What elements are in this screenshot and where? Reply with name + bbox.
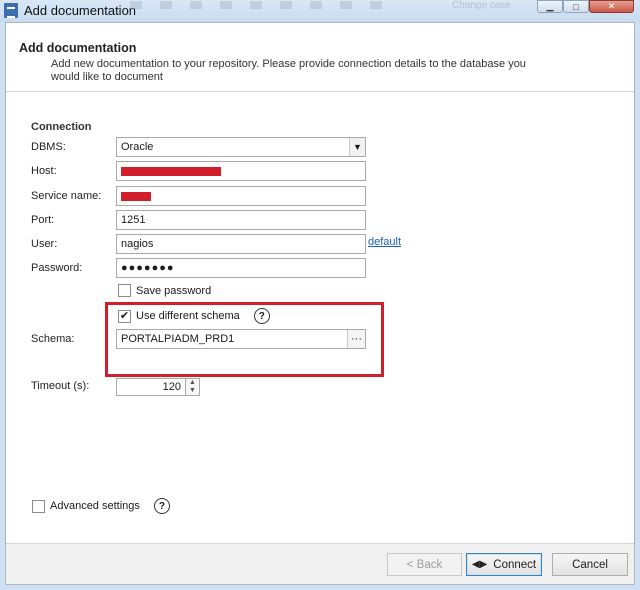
checkmark-icon: ✔ [119, 309, 130, 322]
close-icon: ✕ [607, 1, 616, 11]
connect-button[interactable]: ◀▶ Connect [466, 553, 542, 576]
password-field[interactable]: ●●●●●●● [116, 258, 366, 278]
background-toolbar-text: Change case [452, 0, 511, 11]
service-name-label: Service name: [31, 190, 102, 202]
advanced-settings-checkbox[interactable] [32, 499, 45, 513]
close-button[interactable]: ✕ [589, 0, 634, 13]
port-default-link[interactable]: default [368, 236, 401, 248]
connect-icon: ◀▶ [471, 559, 488, 570]
title-bar: Add documentation Change case ▁ □ ✕ [0, 0, 640, 22]
dbms-label: DBMS: [31, 141, 66, 153]
advanced-settings-option[interactable]: Advanced settings ? [32, 498, 170, 514]
port-label: Port: [31, 214, 55, 226]
advanced-settings-label: Advanced settings [50, 500, 140, 512]
add-documentation-dialog: Add documentation Add new documentation … [5, 22, 635, 585]
timeout-stepper[interactable]: ▲ ▼ [186, 378, 200, 396]
save-password-checkbox[interactable] [118, 284, 131, 297]
maximize-button[interactable]: □ [563, 0, 589, 13]
header-title: Add documentation [19, 41, 137, 55]
dialog-header: Add documentation Add new documentation … [6, 23, 634, 92]
app-icon [4, 3, 18, 18]
host-field[interactable] [116, 161, 366, 181]
schema-value: PORTALPIADM_PRD1 [121, 333, 235, 345]
port-field[interactable]: 1251 [116, 210, 366, 230]
use-different-schema-label: Use different schema [136, 310, 240, 322]
redaction-mark [121, 192, 151, 201]
ellipsis-icon[interactable]: ··· [347, 330, 365, 348]
service-name-field[interactable] [116, 186, 366, 206]
chevron-down-icon[interactable]: ▼ [186, 387, 199, 395]
timeout-field[interactable]: 120 [116, 378, 186, 396]
maximize-icon: □ [573, 1, 579, 12]
help-icon[interactable]: ? [153, 498, 170, 514]
schema-field[interactable]: PORTALPIADM_PRD1 ··· [116, 329, 366, 349]
chevron-down-icon[interactable]: ▼ [349, 138, 365, 156]
redaction-mark [121, 167, 221, 176]
password-label: Password: [31, 262, 83, 274]
header-description: Add new documentation to your repository… [51, 58, 526, 83]
help-icon[interactable]: ? [253, 308, 270, 324]
minimize-icon: ▁ [546, 1, 554, 11]
use-different-schema-option[interactable]: ✔ Use different schema ? [118, 308, 270, 324]
minimize-button[interactable]: ▁ [537, 0, 563, 13]
timeout-label: Timeout (s): [31, 380, 90, 392]
user-label: User: [31, 238, 58, 250]
dialog-body: Connection DBMS: Oracle ▼ Host: Service … [6, 93, 634, 542]
save-password-label: Save password [136, 284, 212, 297]
use-different-schema-checkbox[interactable]: ✔ [118, 309, 131, 323]
window-title: Add documentation [24, 3, 137, 18]
host-label: Host: [31, 165, 57, 177]
back-button[interactable]: < Back [387, 553, 462, 576]
connect-label: Connect [493, 558, 537, 571]
cancel-button[interactable]: Cancel [552, 553, 628, 576]
schema-label: Schema: [31, 333, 75, 345]
connection-section-title: Connection [31, 121, 92, 133]
dialog-footer: < Back ◀▶ Connect Cancel [6, 543, 634, 584]
chevron-up-icon[interactable]: ▲ [186, 379, 199, 387]
dbms-value: Oracle [121, 141, 154, 153]
user-field[interactable]: nagios [116, 234, 366, 254]
dbms-select[interactable]: Oracle ▼ [116, 137, 366, 157]
save-password-option[interactable]: Save password [118, 284, 211, 297]
